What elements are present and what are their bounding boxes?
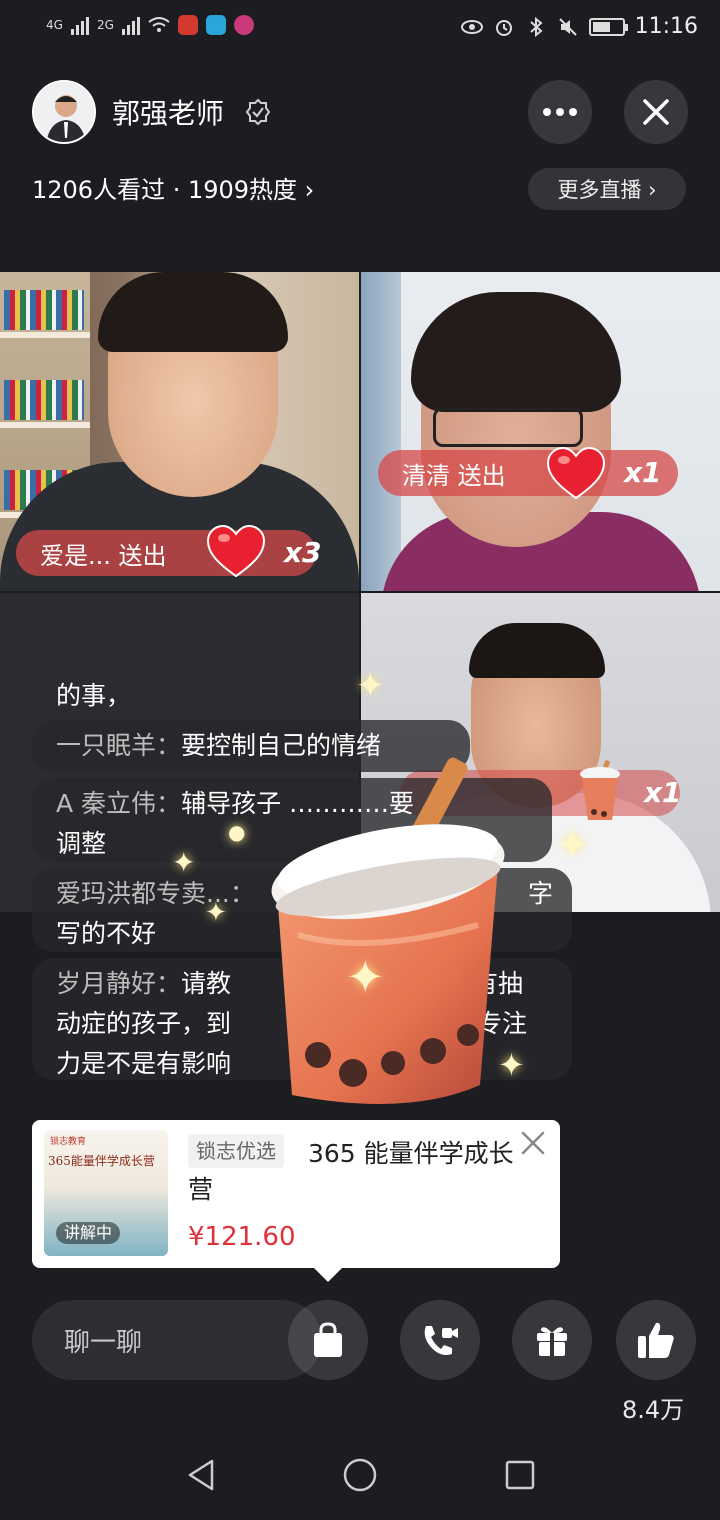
app-notification-icon bbox=[205, 15, 226, 35]
gift-count: x3 bbox=[284, 536, 322, 569]
sparkle-icon: ✦ bbox=[556, 822, 590, 868]
more-live-button[interactable]: 更多直播 › bbox=[528, 168, 686, 210]
host-name[interactable]: 郭强老师 bbox=[112, 92, 224, 132]
wifi-icon bbox=[148, 14, 170, 36]
recents-nav-icon bbox=[505, 1460, 535, 1490]
battery-fill bbox=[592, 21, 610, 32]
status-left: 4G 2G bbox=[46, 14, 254, 36]
network-1-label: 4G bbox=[46, 18, 63, 32]
sparkle-icon: ✦ bbox=[346, 950, 385, 1004]
bubble-tea-icon bbox=[271, 757, 505, 1104]
gift-count: x1 bbox=[624, 456, 662, 489]
glasses bbox=[433, 407, 583, 447]
comment-user[interactable]: 一只眠羊： bbox=[56, 731, 181, 760]
shopping-bag-icon bbox=[314, 1322, 342, 1357]
app-notification-icon bbox=[177, 15, 198, 35]
verified-icon bbox=[245, 98, 271, 126]
thumbs-up-icon bbox=[638, 1322, 674, 1358]
viewer-stats[interactable]: 1206人看过 · 1909热度 › bbox=[32, 170, 314, 205]
guest-1-hair bbox=[411, 292, 621, 412]
heart-icon bbox=[206, 524, 266, 578]
comment-text-tail: 字 bbox=[528, 879, 554, 908]
close-icon bbox=[643, 99, 669, 125]
heart-icon bbox=[546, 446, 606, 500]
gift-notification: 爱是... 送出 bbox=[16, 530, 316, 576]
more-icon bbox=[543, 108, 577, 116]
gift-count: x1 bbox=[644, 776, 682, 809]
comment-text-line2: 动症的孩子，到 bbox=[56, 1009, 232, 1038]
home-nav-icon bbox=[343, 1458, 377, 1492]
battery-icon bbox=[588, 17, 628, 36]
bubble-tea-small-icon bbox=[580, 760, 620, 820]
thumb-logo: 锁志教育 bbox=[50, 1137, 87, 1147]
sparkle-icon: ✦ bbox=[498, 1046, 525, 1084]
system-nav-bar bbox=[0, 1430, 720, 1520]
video-call-icon bbox=[424, 1326, 458, 1355]
host-hair bbox=[98, 272, 288, 352]
bluetooth-icon bbox=[525, 16, 547, 38]
curtain bbox=[361, 272, 401, 591]
recents-nav-button[interactable] bbox=[497, 1452, 543, 1498]
comment-user[interactable]: 岁月静好： bbox=[56, 969, 181, 998]
status-bar: 4G 2G 11:16 bbox=[0, 0, 720, 56]
home-nav-button[interactable] bbox=[337, 1452, 383, 1498]
comment-text-line2: 写的不好 bbox=[56, 919, 157, 948]
back-nav-button[interactable] bbox=[178, 1452, 224, 1498]
chat-input[interactable]: 聊一聊 bbox=[32, 1300, 322, 1380]
signal-2-icon bbox=[121, 15, 140, 35]
host-avatar[interactable] bbox=[32, 80, 96, 144]
comment-text-line3: 力是不是有影响 bbox=[56, 1049, 232, 1078]
gift-button[interactable] bbox=[512, 1300, 592, 1380]
comment-text-line2: 调整 bbox=[56, 829, 107, 858]
sparkle-icon: ✦ bbox=[356, 666, 385, 706]
status-right: 11:16 bbox=[460, 14, 698, 39]
shop-button[interactable] bbox=[288, 1300, 368, 1380]
video-call-button[interactable] bbox=[400, 1300, 480, 1380]
network-2-label: 2G bbox=[96, 18, 114, 32]
gift-sender: 清清 送出 bbox=[402, 461, 506, 490]
alarm-icon bbox=[493, 16, 515, 38]
clock: 11:16 bbox=[634, 14, 698, 39]
more-button[interactable] bbox=[528, 80, 592, 144]
thumb-title: 365能量伴学成长营 bbox=[48, 1154, 155, 1168]
explaining-badge: 讲解中 bbox=[56, 1222, 121, 1244]
close-product-icon[interactable] bbox=[520, 1130, 546, 1156]
back-nav-icon bbox=[188, 1459, 214, 1491]
product-card[interactable]: 锁志教育 365能量伴学成长营 讲解中 365 能量伴学成长营 锁志优选 ¥12… bbox=[32, 1120, 560, 1282]
like-count: 8.4万 bbox=[622, 1396, 685, 1424]
sparkle-icon: ✦ bbox=[172, 846, 196, 879]
signal-1-icon bbox=[70, 15, 89, 35]
product-price: ¥121.60 bbox=[188, 1222, 296, 1252]
product-thumbnail[interactable]: 锁志教育 365能量伴学成长营 讲解中 bbox=[44, 1130, 168, 1256]
mute-icon bbox=[557, 16, 579, 38]
comment-fragment: 的事， bbox=[56, 681, 132, 710]
video-guest-1[interactable] bbox=[361, 272, 720, 591]
close-button[interactable] bbox=[624, 80, 688, 144]
comment-text: 请教 bbox=[181, 969, 232, 998]
like-button[interactable] bbox=[616, 1300, 696, 1380]
app-notification-icon bbox=[233, 15, 254, 35]
sparkle-icon: ✦ bbox=[205, 898, 227, 928]
shop-tag: 锁志优选 bbox=[188, 1134, 284, 1168]
comment-user[interactable]: A 秦立伟： bbox=[56, 789, 181, 818]
sparkle-icon: ● bbox=[228, 820, 246, 844]
guest-2-hair bbox=[469, 623, 605, 678]
eye-icon bbox=[460, 16, 483, 38]
gift-icon bbox=[537, 1327, 567, 1356]
gift-sender: 爱是... 送出 bbox=[40, 541, 167, 570]
